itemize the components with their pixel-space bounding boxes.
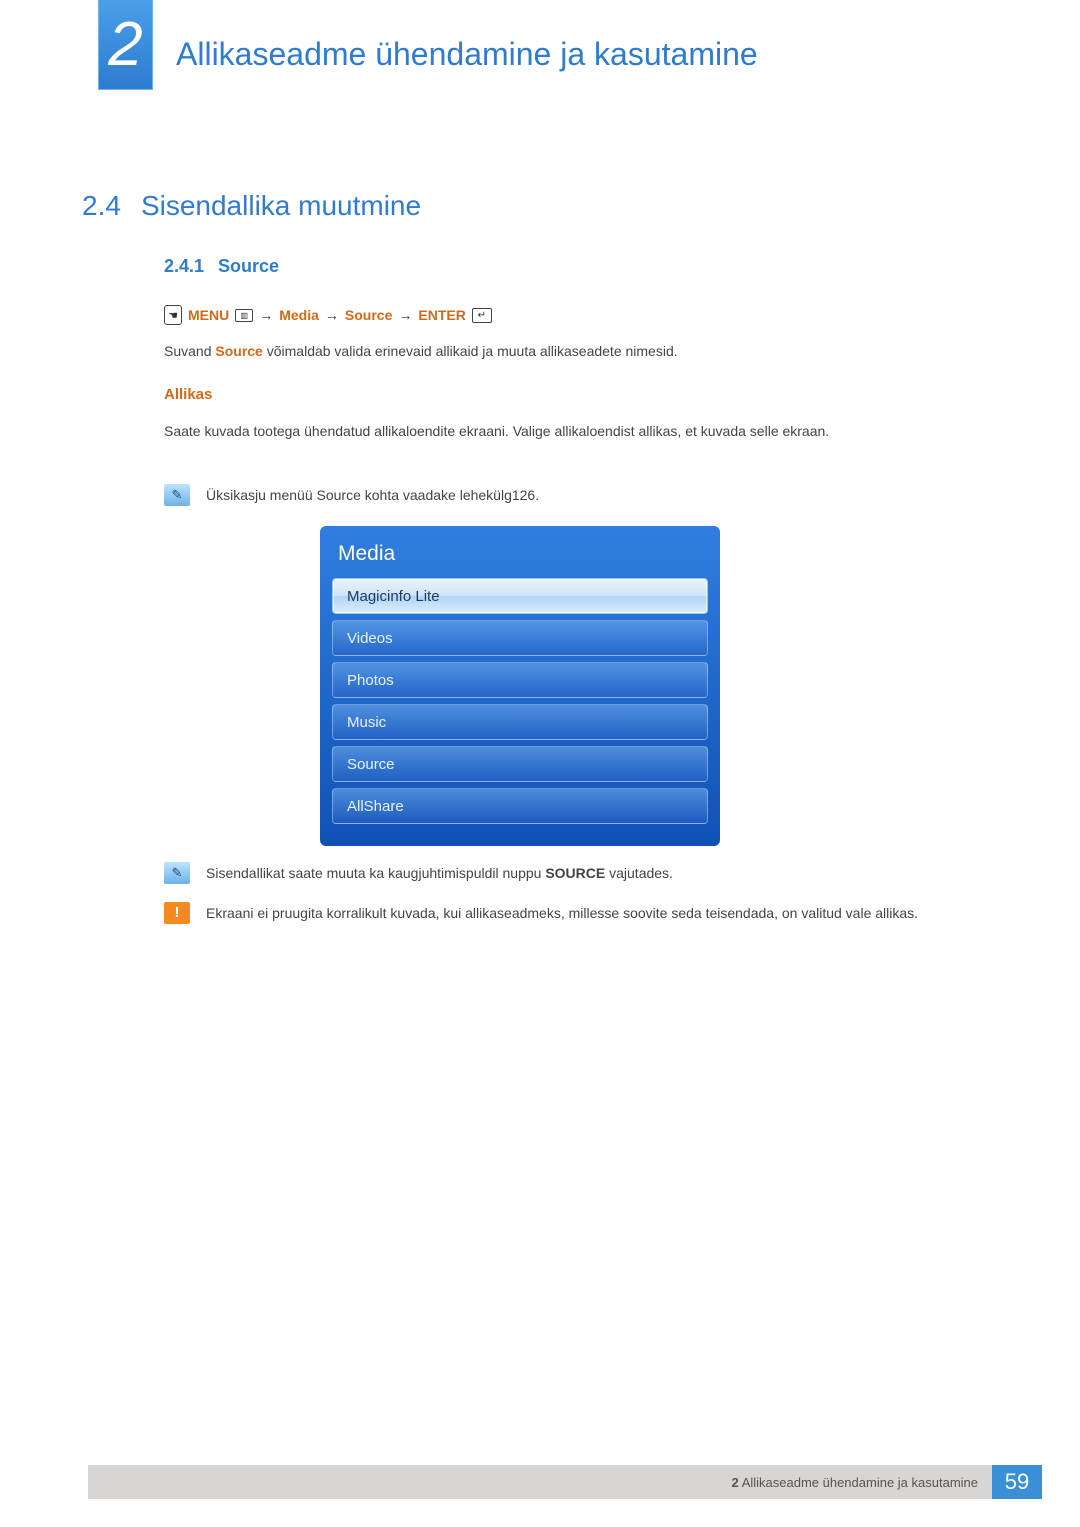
- media-item-music[interactable]: Music: [332, 704, 708, 740]
- subheading-allikas: Allikas: [164, 386, 212, 403]
- note-text: Üksikasju menüü Source kohta vaadake leh…: [206, 484, 539, 506]
- nav-menu: MENU: [188, 307, 229, 323]
- paragraph-source-desc: Suvand Source võimaldab valida erinevaid…: [164, 340, 1000, 362]
- section-number: 2.4: [82, 190, 121, 222]
- media-menu-list: Magicinfo Lite Videos Photos Music Sourc…: [332, 578, 708, 824]
- note-row-details: ✎ Üksikasju menüü Source kohta vaadake l…: [164, 484, 1000, 506]
- enter-button-icon: ↵: [472, 308, 492, 323]
- hand-icon: ☚: [164, 305, 182, 325]
- note-icon: ✎: [164, 862, 190, 884]
- media-item-allshare[interactable]: AllShare: [332, 788, 708, 824]
- navigation-path: ☚ MENU ▥ → Media → Source → ENTER ↵: [164, 305, 492, 325]
- subsection-heading: 2.4.1 Source: [164, 256, 279, 277]
- subsection-title: Source: [218, 256, 279, 277]
- media-item-photos[interactable]: Photos: [332, 662, 708, 698]
- note-text: Sisendallikat saate muuta ka kaugjuhtimi…: [206, 862, 673, 884]
- nav-step-media: Media: [279, 307, 319, 323]
- media-item-videos[interactable]: Videos: [332, 620, 708, 656]
- chapter-number: 2: [108, 14, 142, 76]
- section-title: Sisendallika muutmine: [141, 190, 421, 222]
- warning-icon: !: [164, 902, 190, 924]
- arrow-icon: →: [259, 307, 273, 323]
- note-icon: ✎: [164, 484, 190, 506]
- section-heading: 2.4 Sisendallika muutmine: [82, 190, 421, 222]
- subsection-number: 2.4.1: [164, 256, 204, 277]
- nav-enter: ENTER: [418, 307, 465, 323]
- arrow-icon: →: [325, 307, 339, 323]
- media-menu-panel: Media Magicinfo Lite Videos Photos Music…: [320, 526, 720, 846]
- chapter-tab: 2: [98, 0, 153, 90]
- arrow-icon: →: [398, 307, 412, 323]
- menu-button-icon: ▥: [235, 309, 253, 322]
- nav-step-source: Source: [345, 307, 392, 323]
- warning-text: Ekraani ei pruugita korralikult kuvada, …: [206, 902, 918, 924]
- media-menu-title: Media: [332, 536, 708, 578]
- footer-bar: 2 Allikaseadme ühendamine ja kasutamine …: [88, 1465, 1042, 1499]
- warning-row: ! Ekraani ei pruugita korralikult kuvada…: [164, 902, 1000, 924]
- page-number: 59: [992, 1465, 1042, 1499]
- footer-text: 2 Allikaseadme ühendamine ja kasutamine: [732, 1475, 986, 1490]
- media-item-magicinfo[interactable]: Magicinfo Lite: [332, 578, 708, 614]
- paragraph-allikas-desc: Saate kuvada tootega ühendatud allikaloe…: [164, 420, 1000, 442]
- note-row-remote: ✎ Sisendallikat saate muuta ka kaugjuhti…: [164, 862, 1000, 884]
- media-item-source[interactable]: Source: [332, 746, 708, 782]
- chapter-title: Allikaseadme ühendamine ja kasutamine: [176, 36, 758, 73]
